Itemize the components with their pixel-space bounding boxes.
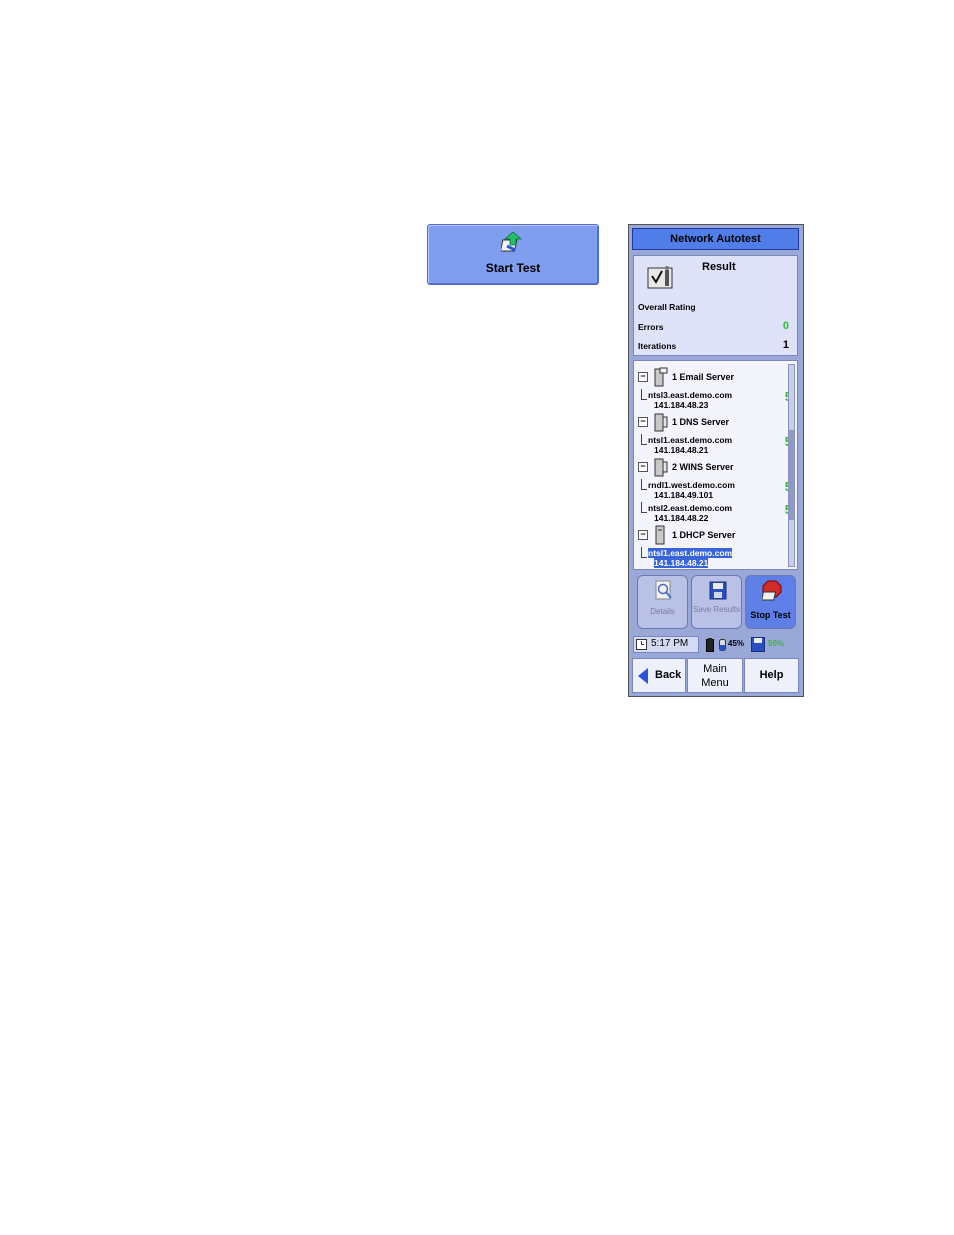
node-host: ntsl3.east.demo.com — [648, 390, 733, 400]
node-ip: 141.184.48.22 — [654, 513, 709, 523]
floppy-disk-icon — [709, 581, 727, 600]
memory-value: 45% — [728, 639, 745, 648]
tree-branch-line — [641, 434, 647, 445]
tree-branch-line — [641, 547, 647, 558]
clock: 5:17 PM — [633, 636, 699, 653]
tree-group-label: 1 Email Server — [672, 372, 735, 382]
wins-server-icon — [654, 458, 668, 477]
magnifier-icon — [655, 580, 672, 600]
iterations-row: Iterations 1 — [638, 339, 789, 351]
clock-time: 5:17 PM — [651, 638, 689, 649]
node-host: ntsl1.east.demo.com — [648, 435, 733, 445]
stop-test-button[interactable]: Stop Test — [745, 575, 796, 629]
memory-icon — [719, 639, 726, 651]
overall-rating-row: Overall Rating — [638, 302, 789, 312]
dhcp-server-icon — [655, 525, 665, 545]
stop-test-label: Stop Test — [750, 610, 791, 620]
battery-icon — [706, 638, 714, 652]
back-label: Back — [655, 669, 682, 681]
tree-node-selected[interactable]: ntsl1.east.demo.com 141.184.48.21 — [641, 547, 792, 569]
iterations-value: 1 — [782, 339, 789, 351]
tree-node[interactable]: ntsl1.east.demo.com 141.184.48.21 5 — [641, 434, 792, 456]
collapse-toggle-icon[interactable]: − — [638, 417, 648, 427]
save-results-label: Save Results — [692, 605, 741, 614]
node-ip: 141.184.49.101 — [654, 490, 714, 500]
node-host: ntsl2.east.demo.com — [648, 503, 733, 513]
errors-row: Errors 0 — [638, 320, 789, 332]
tree-group-label: 1 DHCP Server — [672, 530, 736, 540]
back-arrow-icon — [638, 668, 648, 684]
disk-icon — [751, 637, 765, 652]
save-results-button[interactable]: Save Results — [691, 575, 742, 629]
overall-rating-label: Overall Rating — [638, 302, 696, 312]
clock-icon — [636, 639, 647, 650]
scrollbar-thumb[interactable] — [789, 430, 794, 520]
main-menu-button[interactable]: Main Menu — [687, 658, 743, 693]
details-label: Details — [650, 607, 675, 616]
tree-group-label: 1 DNS Server — [672, 417, 730, 427]
tree-branch-line — [641, 502, 647, 513]
collapse-toggle-icon[interactable]: − — [638, 530, 648, 540]
main-menu-label: Main Menu — [701, 663, 729, 689]
tree-group-label: 2 WINS Server — [672, 462, 734, 472]
node-ip: 141.184.48.21 — [654, 445, 709, 455]
tree-node[interactable]: ntsl2.east.demo.com 141.184.48.22 5 — [641, 502, 792, 524]
window-title: Network Autotest — [632, 228, 799, 250]
stop-sign-icon — [762, 580, 782, 601]
node-ip: 141.184.48.21 — [654, 558, 709, 568]
back-button[interactable]: Back — [632, 658, 686, 693]
tree-branch-line — [641, 389, 647, 400]
node-ip: 141.184.48.23 — [654, 400, 709, 410]
result-title: Result — [702, 261, 736, 273]
server-tree[interactable]: − 1 Email Server ntsl3.east.demo.com 141… — [633, 360, 798, 570]
result-panel: Result Overall Rating Errors 0 Iteration… — [633, 255, 798, 356]
node-host: ntsl1.east.demo.com — [648, 548, 733, 558]
tree-branch-line — [641, 479, 647, 490]
start-test-icon — [501, 231, 523, 252]
help-button[interactable]: Help — [744, 658, 799, 693]
dns-server-icon — [654, 413, 668, 432]
device-screen: Network Autotest Result Overall Rating E… — [628, 224, 804, 697]
email-server-icon — [654, 367, 668, 387]
details-button[interactable]: Details — [637, 575, 688, 629]
help-label: Help — [759, 669, 784, 681]
tree-node[interactable]: ntsl3.east.demo.com 141.184.48.23 5 — [641, 389, 792, 411]
node-host: rndl1.west.demo.com — [648, 480, 735, 490]
collapse-toggle-icon[interactable]: − — [638, 462, 648, 472]
iterations-label: Iterations — [638, 341, 677, 351]
collapse-toggle-icon[interactable]: − — [638, 372, 648, 382]
start-test-label: Start Test — [485, 261, 541, 275]
start-test-button[interactable]: Start Test — [427, 224, 599, 285]
tree-node[interactable]: rndl1.west.demo.com 141.184.49.101 5 — [641, 479, 792, 501]
result-clipboard-icon — [647, 266, 673, 289]
disk-value: 50% — [768, 639, 785, 648]
errors-label: Errors — [638, 322, 664, 332]
tree-scrollbar[interactable] — [788, 364, 795, 567]
status-bar: 5:17 PM 45% 50% — [633, 635, 798, 655]
errors-value: 0 — [782, 320, 789, 332]
